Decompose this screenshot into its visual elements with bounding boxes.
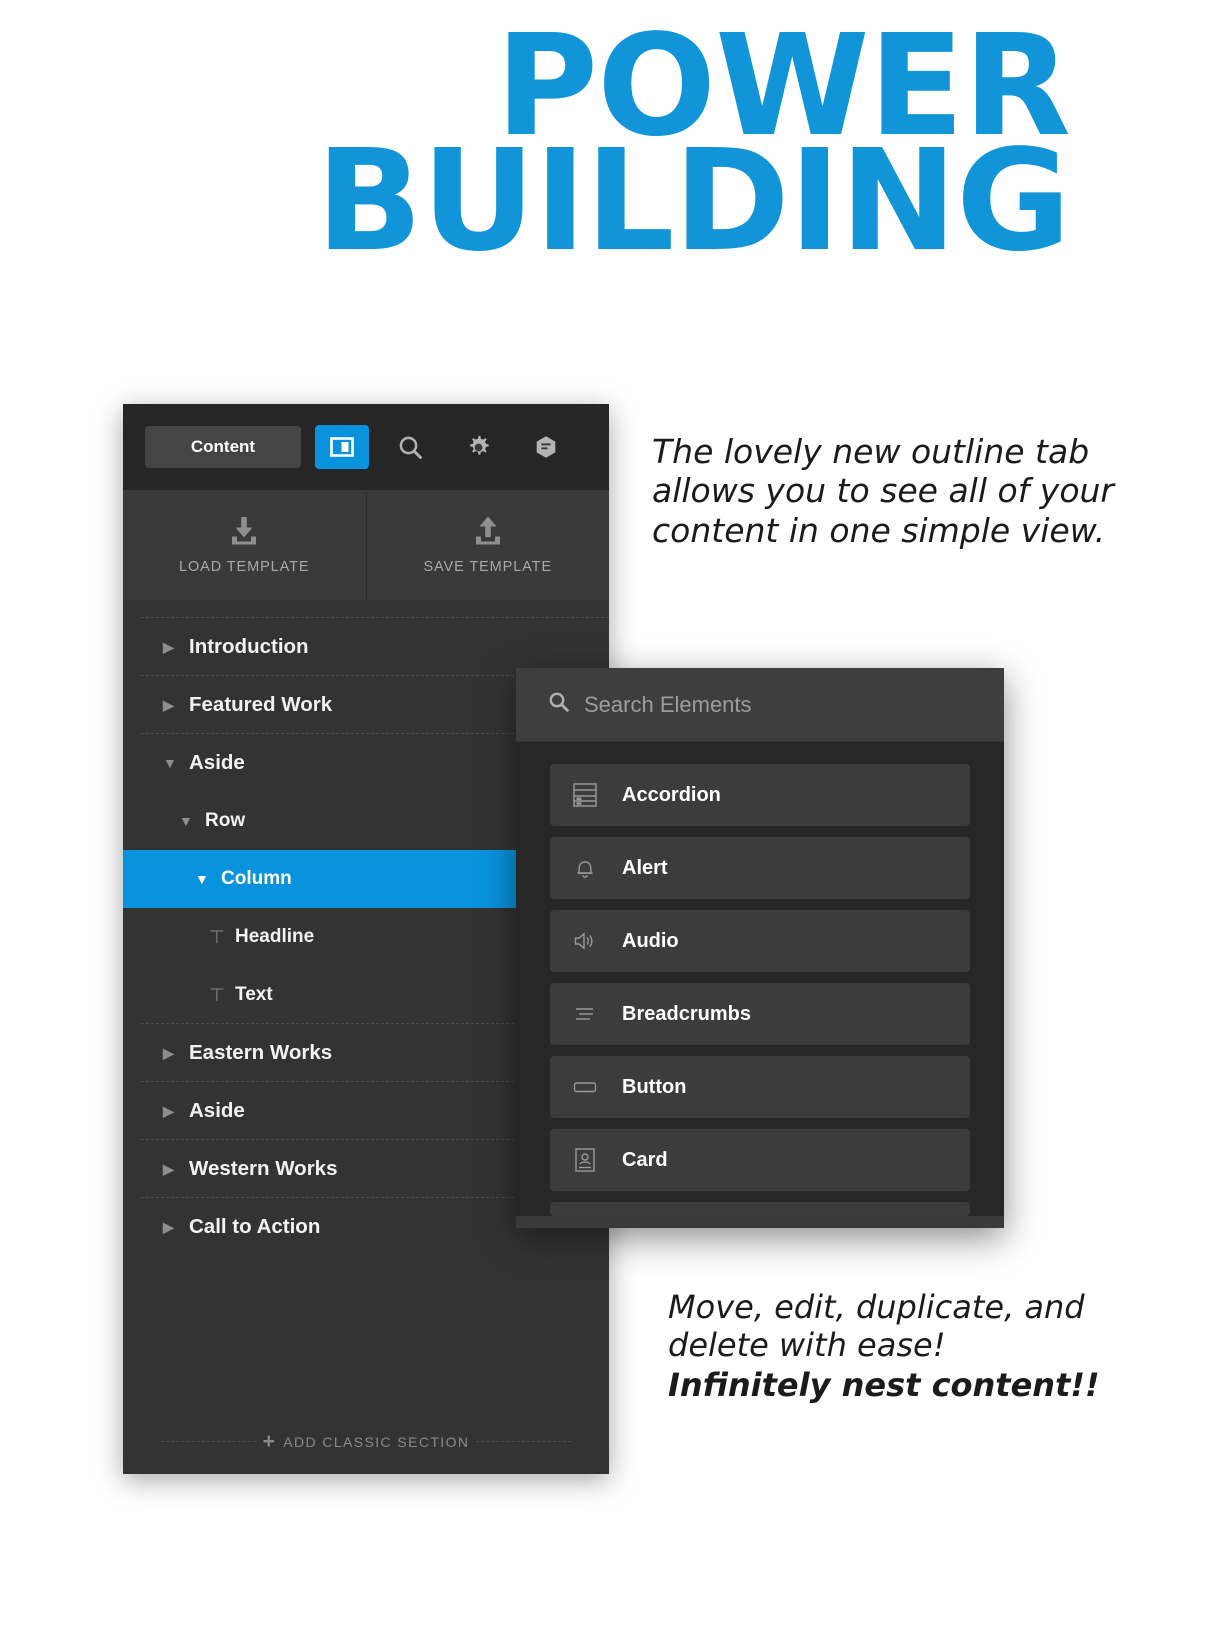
search-icon (548, 691, 570, 718)
element-list-item[interactable]: Alert (550, 837, 970, 899)
tree-row-label: Western Works (189, 1157, 338, 1180)
save-template-button[interactable]: SAVE TEMPLATE (367, 490, 610, 600)
element-list-item-label: Breadcrumbs (622, 1002, 751, 1025)
element-list-item-label: Accordion (622, 783, 721, 806)
load-template-label: LOAD TEMPLATE (179, 558, 310, 575)
chevron-right-icon[interactable]: ▶ (163, 1104, 189, 1118)
element-list-item[interactable]: Audio (550, 910, 970, 972)
tree-row-label: Introduction (189, 635, 309, 658)
elements-panel: Search Elements Accordion Alert Audio Br… (516, 668, 1004, 1228)
bell-icon (570, 854, 600, 882)
element-list-item-label: Button (622, 1075, 687, 1098)
tab-content[interactable]: Content (145, 426, 301, 468)
element-list-item[interactable]: Button (550, 1056, 970, 1118)
chevron-right-icon[interactable]: ▶ (163, 1046, 189, 1060)
divider-right (476, 1441, 572, 1442)
tree-row-label: Column (221, 868, 292, 889)
tree-row-label: Featured Work (189, 693, 333, 716)
hexagon-lines-icon (533, 434, 559, 460)
caption-nesting-bold: Infinitely nest content!! (668, 1366, 1100, 1405)
tree-row-label: Aside (189, 751, 245, 774)
card-icon (570, 1146, 600, 1174)
tab-layers[interactable] (519, 425, 573, 469)
chevron-down-icon[interactable]: ▼ (195, 872, 221, 886)
search-elements-field[interactable]: Search Elements (516, 668, 1004, 742)
chevron-right-icon[interactable]: ▶ (163, 640, 189, 654)
gear-icon (465, 434, 492, 461)
page-title-line-2: BUILDING (315, 119, 1071, 283)
load-template-button[interactable]: LOAD TEMPLATE (123, 490, 367, 600)
tab-settings[interactable] (451, 425, 505, 469)
tab-outline[interactable] (315, 425, 369, 469)
tree-row-label: Headline (235, 926, 315, 947)
add-classic-section-button[interactable]: + ADD CLASSIC SECTION (123, 1431, 609, 1452)
chevron-right-icon[interactable]: ▶ (163, 698, 189, 712)
add-classic-section-label: ADD CLASSIC SECTION (283, 1433, 470, 1450)
text-icon: ⊤ (209, 926, 225, 947)
caption-nesting: Move, edit, duplicate, and delete with e… (668, 1288, 1128, 1404)
tree-row-label: Eastern Works (189, 1041, 333, 1064)
chevron-down-icon[interactable]: ▼ (179, 814, 205, 828)
search-elements-placeholder: Search Elements (584, 691, 752, 717)
upload-icon (471, 516, 505, 550)
element-list-item-partial[interactable] (550, 1202, 970, 1216)
page-title: POWER BUILDING (0, 17, 1071, 283)
element-list-item-label: Audio (622, 929, 679, 952)
element-list-item[interactable]: Breadcrumbs (550, 983, 970, 1045)
element-list-item-label: Alert (622, 856, 668, 879)
accordion-icon (570, 781, 600, 809)
tree-row-label: Call to Action (189, 1215, 321, 1238)
elements-list: Accordion Alert Audio Breadcrumbs Button (516, 742, 1004, 1216)
plus-icon: + (262, 1430, 277, 1453)
caption-nesting-regular: Move, edit, duplicate, and delete with e… (668, 1288, 1085, 1365)
chevron-right-icon[interactable]: ▶ (163, 1162, 189, 1176)
element-list-item-label: Card (622, 1148, 668, 1171)
button-icon (570, 1073, 600, 1101)
outline-toolbar: Content (123, 404, 609, 490)
caption-outline-tab: The lovely new outline tab allows you to… (652, 432, 1114, 550)
tree-row-label: Row (205, 810, 246, 831)
divider-left (160, 1441, 256, 1442)
element-list-item[interactable]: Card (550, 1129, 970, 1191)
chevron-right-icon[interactable]: ▶ (163, 1220, 189, 1234)
breadcrumbs-icon (570, 1000, 600, 1028)
tab-search[interactable] (383, 425, 437, 469)
download-icon (227, 516, 261, 550)
search-icon (397, 434, 424, 461)
tree-row-label: Text (235, 984, 273, 1005)
template-actions: LOAD TEMPLATE SAVE TEMPLATE (123, 490, 609, 600)
element-list-item[interactable]: Accordion (550, 764, 970, 826)
outline-panel-icon (329, 434, 355, 460)
tree-row-label: Aside (189, 1099, 245, 1122)
text-icon: ⊤ (209, 984, 225, 1005)
speaker-icon (570, 927, 600, 955)
save-template-label: SAVE TEMPLATE (423, 558, 553, 575)
chevron-down-icon[interactable]: ▼ (163, 756, 189, 770)
